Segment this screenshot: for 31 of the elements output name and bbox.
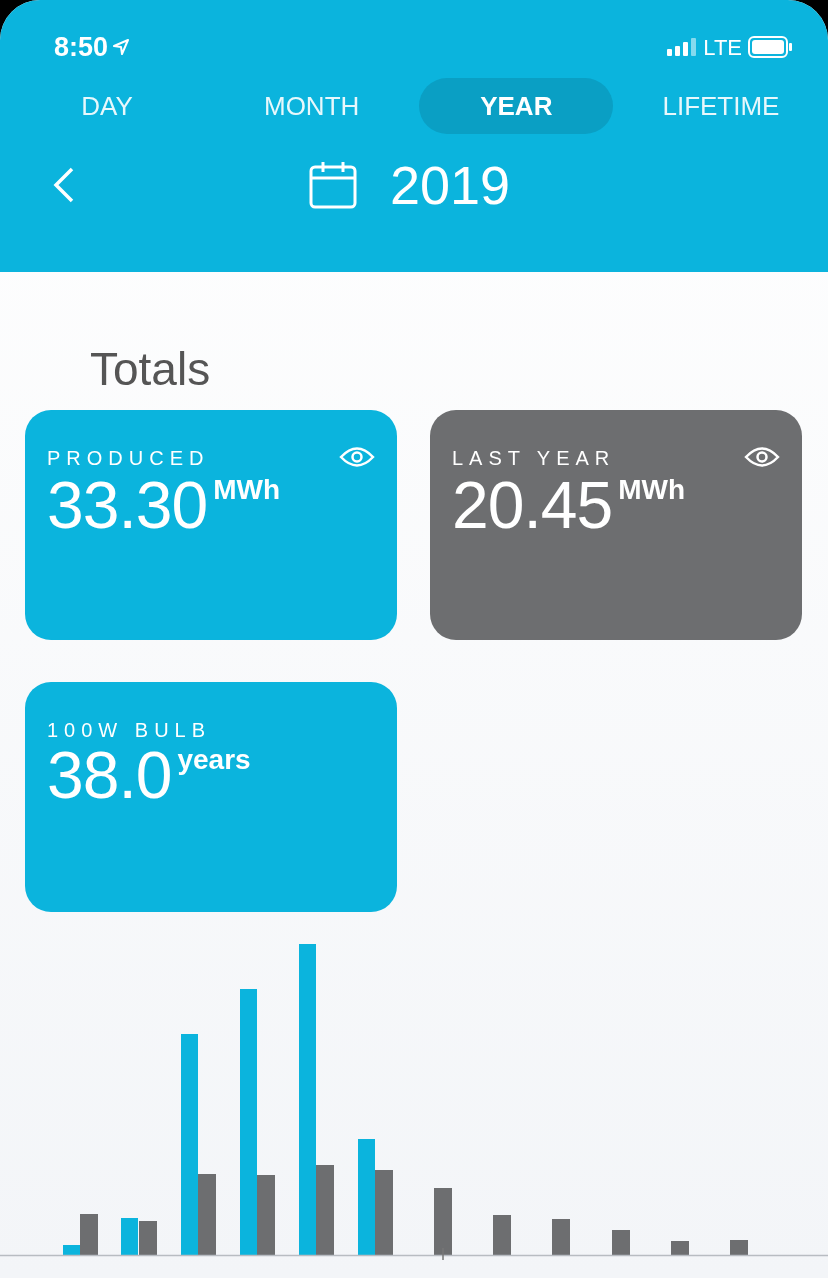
card-unit: years [177,746,251,774]
card-label: LAST YEAR [452,448,616,468]
clock-time: 8:50 [54,30,109,64]
eye-icon[interactable] [339,444,375,470]
chart-bar [671,1241,689,1255]
card-value: 20.45 [452,472,613,538]
chart-bar [552,1219,570,1255]
eye-icon[interactable] [744,444,780,470]
chart-bar [730,1240,748,1255]
chart-bar [493,1215,511,1255]
period-tab[interactable]: LIFETIME [623,78,818,134]
card-value: 38.0 [47,742,172,808]
card-label: 100W BULB [47,720,212,740]
period-tab[interactable]: YEAR [419,78,614,134]
chart-bar [612,1230,630,1255]
calendar-icon[interactable] [308,160,358,210]
chart-bar [434,1188,452,1255]
signal-icon [667,38,698,56]
battery-icon [748,36,794,58]
card-value: 33.30 [47,472,208,538]
section-title: Totals [90,343,211,395]
location-arrow-icon [112,38,131,56]
chart-bar [139,1221,157,1255]
card-unit: MWh [618,476,686,504]
period-tab[interactable]: MONTH [214,78,409,134]
chart-bar [121,1218,138,1255]
period-label: 2019 [390,158,511,212]
network-label: LTE [703,33,742,62]
card-unit: MWh [213,476,281,504]
card-label: PRODUCED [47,448,210,468]
period-tab[interactable]: DAY [10,78,204,134]
